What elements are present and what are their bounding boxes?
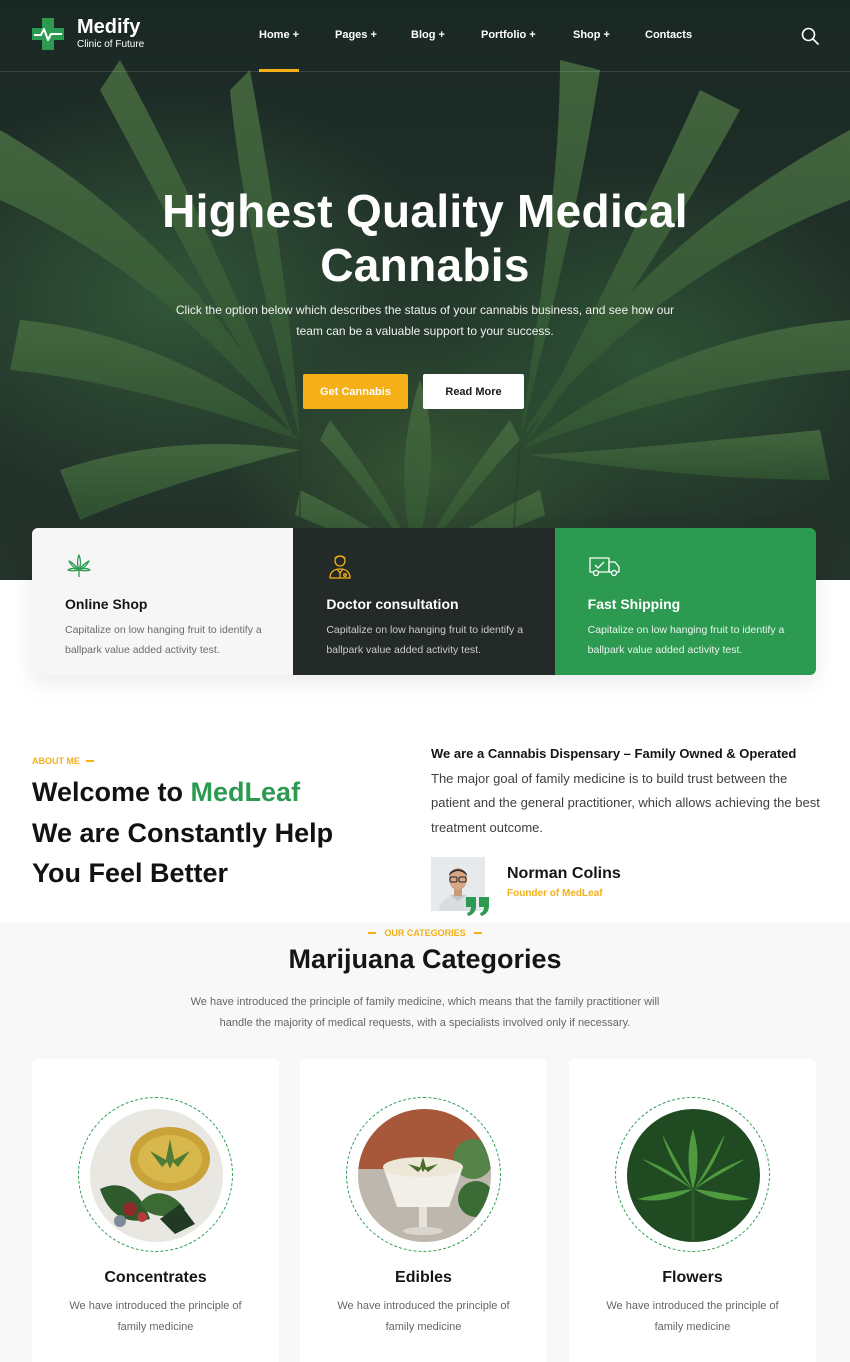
medical-cross-icon — [30, 16, 66, 52]
category-card-concentrates[interactable]: Concentrates We have introduced the prin… — [32, 1059, 279, 1362]
eyebrow-dash — [86, 760, 94, 762]
author-name: Norman Colins — [507, 865, 621, 882]
author-role: Founder of MedLeaf — [507, 888, 603, 899]
eyebrow-dash — [368, 932, 377, 934]
hero-title-line2: Cannabis — [320, 239, 530, 291]
category-description: We have introduced the principle of fami… — [69, 1300, 242, 1333]
categories-subtitle: We have introduced the principle of fami… — [190, 996, 660, 1029]
feature-card-online-shop[interactable]: Online Shop Capitalize on low hanging fr… — [32, 528, 294, 675]
category-card-edibles[interactable]: Edibles We have introduced the principle… — [300, 1059, 547, 1362]
brand-tagline: Clinic of Future — [77, 38, 145, 50]
category-description: We have introduced the principle of fami… — [606, 1300, 779, 1333]
about-heading-line2: We are Constantly Help — [32, 817, 334, 848]
hero-subtitle: Click the option below which describes t… — [175, 303, 675, 338]
nav-blog[interactable]: Blog + — [411, 0, 446, 72]
about-heading-accent: MedLeaf — [190, 777, 301, 807]
author-block: Norman Colins Founder of MedLeaf — [431, 857, 621, 911]
about-lead: We are a Cannabis Dispensary – Family Ow… — [431, 746, 797, 761]
flowers-image — [627, 1109, 760, 1242]
feature-title: Doctor consultation — [326, 596, 459, 612]
main-nav: Home + Pages + Blog + Portfolio + Shop +… — [259, 0, 695, 72]
about-eyebrow-label: ABOUT ME — [32, 756, 80, 766]
logo[interactable]: Medify Clinic of Future — [30, 16, 144, 52]
categories-eyebrow: OUR CATEGORIES — [0, 928, 850, 938]
concentrates-image — [90, 1109, 223, 1242]
category-image-ring — [346, 1097, 501, 1252]
categories-title: Marijuana Categories — [288, 944, 562, 974]
quote-icon — [465, 895, 491, 917]
read-more-button[interactable]: Read More — [423, 374, 524, 409]
delivery-truck-icon — [588, 552, 622, 580]
categories-section: OUR CATEGORIES Marijuana Categories We h… — [0, 922, 850, 1362]
hero-section: Medify Clinic of Future Home + Pages + B… — [0, 0, 850, 580]
about-text: We are a Cannabis Dispensary – Family Ow… — [431, 744, 821, 840]
about-heading-line3: You Feel Better — [32, 858, 229, 888]
feature-cards: Online Shop Capitalize on low hanging fr… — [32, 528, 816, 675]
about-heading-prefix: Welcome to — [32, 777, 191, 807]
category-image-ring — [615, 1097, 770, 1252]
hero-title-line1: Highest Quality Medical — [162, 185, 688, 237]
category-name: Concentrates — [104, 1269, 207, 1286]
brand-name: Medify — [77, 15, 141, 38]
site-header: Medify Clinic of Future Home + Pages + B… — [0, 0, 850, 72]
feature-title: Online Shop — [65, 596, 148, 612]
category-card-flowers[interactable]: Flowers We have introduced the principle… — [569, 1059, 816, 1362]
get-cannabis-button[interactable]: Get Cannabis — [303, 374, 408, 409]
doctor-icon — [326, 552, 354, 580]
nav-portfolio[interactable]: Portfolio + — [481, 0, 538, 72]
about-eyebrow: ABOUT ME — [32, 756, 94, 766]
category-name: Flowers — [662, 1269, 723, 1286]
eyebrow-dash — [473, 932, 482, 934]
about-heading: Welcome to MedLeaf We are Constantly Hel… — [32, 772, 412, 894]
feature-text: Capitalize on low hanging fruit to ident… — [587, 624, 785, 656]
nav-shop[interactable]: Shop + — [573, 0, 610, 72]
hero-title: Highest Quality Medical Cannabis — [100, 184, 750, 292]
edibles-image — [358, 1109, 491, 1242]
category-description: We have introduced the principle of fami… — [337, 1300, 510, 1333]
categories-eyebrow-label: OUR CATEGORIES — [384, 928, 466, 938]
cannabis-leaf-icon — [65, 552, 93, 580]
search-icon[interactable] — [800, 26, 820, 46]
feature-text: Capitalize on low hanging fruit to ident… — [65, 624, 262, 656]
nav-contacts[interactable]: Contacts — [645, 0, 695, 72]
category-image-ring — [78, 1097, 233, 1252]
about-body: The major goal of family medicine is to … — [431, 771, 820, 835]
feature-card-doctor-consultation[interactable]: Doctor consultation Capitalize on low ha… — [293, 528, 555, 675]
category-name: Edibles — [395, 1269, 452, 1286]
nav-pages[interactable]: Pages + — [335, 0, 377, 72]
feature-title: Fast Shipping — [587, 596, 681, 612]
feature-text: Capitalize on low hanging fruit to ident… — [326, 624, 524, 656]
nav-home[interactable]: Home + — [259, 0, 299, 72]
feature-card-fast-shipping[interactable]: Fast Shipping Capitalize on low hanging … — [554, 528, 816, 675]
